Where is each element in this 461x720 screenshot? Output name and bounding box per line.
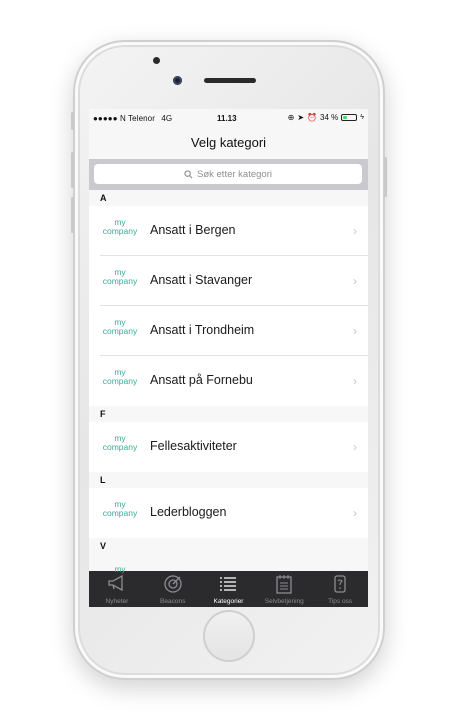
battery-percent: 34 % [320,113,339,122]
mute-switch [71,112,74,130]
logo-line-1: my [114,565,126,574]
network-label: 4G [161,114,173,123]
category-label: Ansatt i Stavanger [150,273,253,287]
status-bar: ●●●●● N Telenor 4G 11.13 ⊕ ➤ ⏰ 34 % ϟ [89,109,368,129]
tab-bar: Nyheter Beacons Kategorier Selvbetjening Tip… [89,571,368,607]
clock: 11.13 [217,114,237,123]
tab-beacons[interactable]: Beacons [145,571,201,607]
earpiece-speaker [204,78,256,83]
category-label: Lederbloggen [150,505,227,519]
tab-label: Beacons [160,598,186,605]
list-icon [218,574,238,597]
app-screen: ●●●●● N Telenor 4G 11.13 ⊕ ➤ ⏰ 34 % ϟ Ve… [89,109,368,607]
chevron-right-icon: › [353,274,357,288]
front-camera [173,76,182,85]
section-header-l: L [89,472,368,488]
company-logo-partial: my [95,566,145,574]
company-logo: my company [95,500,145,518]
page-title: Velg kategori [190,135,267,150]
section-header-v: V [89,538,368,554]
company-logo: my company [95,368,145,386]
logo-line-2: company [102,376,138,386]
search-icon [184,169,193,179]
company-logo: my company [95,218,145,236]
chevron-right-icon: › [353,440,357,454]
category-row[interactable]: my company Ansatt på Fornebu › [89,356,368,406]
category-label: Ansatt i Bergen [150,223,236,237]
category-row[interactable]: my company Ansatt i Stavanger › [89,256,368,306]
tab-label: Nyheter [105,598,129,605]
category-list: Amy company Ansatt i Bergen › my company Ansat… [89,190,368,554]
category-label: Fellesaktiviteter [150,439,237,453]
lock-rotation-icon: ⊕ [287,113,295,122]
chevron-right-icon: › [353,324,357,338]
logo-line-2: company [102,276,138,286]
tab-label: Tips oss [328,598,353,605]
alarm-icon: ⏰ [307,113,318,122]
logo-line-2: company [102,442,138,452]
search-placeholder: Søk etter kategori [197,168,272,180]
category-row[interactable]: my company Fellesaktiviteter › [89,422,368,472]
nav-bar: Velg kategori [89,129,368,159]
tab-tips-oss[interactable]: Tips oss [312,571,368,607]
volume-down-button [71,197,74,233]
battery-icon [341,114,358,121]
carrier-label: ●●●●● N Telenor [93,114,155,123]
section-header-a: A [89,190,368,206]
beacon-icon [163,574,183,599]
battery-level [343,116,348,119]
location-icon: ➤ [297,113,305,122]
tab-kategorier[interactable]: Kategorier [201,571,257,607]
tab-label: Kategorier [213,598,244,605]
home-button[interactable] [203,610,255,662]
notepad-icon [275,574,293,599]
section-header-f: F [89,406,368,422]
search-bar: Søk etter kategori [89,159,368,190]
logo-line-2: company [102,226,138,236]
chevron-right-icon: › [353,374,357,388]
chevron-right-icon: › [353,224,357,238]
power-button [384,157,387,197]
chevron-right-icon: › [353,506,357,520]
logo-line-2: company [102,508,138,518]
charging-icon: ϟ [360,114,364,121]
category-label: Ansatt på Fornebu [150,373,253,387]
company-logo: my company [95,318,145,336]
search-input[interactable]: Søk etter kategori [94,164,362,184]
tab-selvbetjening[interactable]: Selvbetjening [256,571,312,607]
megaphone-icon [106,574,128,597]
proximity-sensor [153,57,160,64]
volume-up-button [71,152,74,188]
company-logo: my company [95,434,145,452]
tab-label: Selvbetjening [264,598,304,605]
logo-line-2: company [102,326,138,336]
phone-tip-icon [332,574,348,599]
category-row[interactable]: my company Lederbloggen › [89,488,368,538]
tab-nyheter[interactable]: Nyheter [89,571,145,607]
category-row[interactable]: my company Ansatt i Trondheim › [89,306,368,356]
company-logo: my company [95,268,145,286]
category-row[interactable]: my company Ansatt i Bergen › [89,206,368,256]
category-label: Ansatt i Trondheim [150,323,255,337]
